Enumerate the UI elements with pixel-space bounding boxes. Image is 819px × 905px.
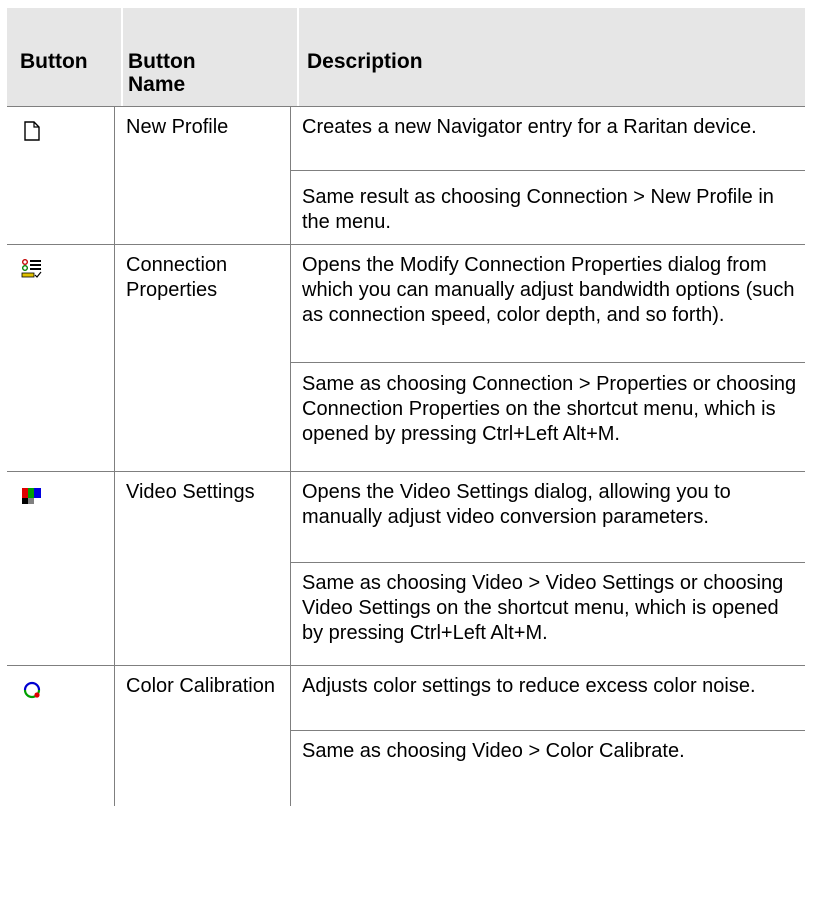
description-text: Same as choosing Connection > Properties…	[302, 373, 797, 445]
button-reference-table: Button Button Name Description New Profi…	[7, 8, 805, 806]
button-name: Video Settings	[126, 481, 255, 503]
color-calibration-icon	[23, 681, 41, 699]
table-row: New Profile Creates a new Navigator entr…	[7, 106, 805, 244]
document-page: Button Button Name Description New Profi…	[0, 0, 819, 905]
description-text: Opens the Modify Connection Properties d…	[302, 254, 795, 326]
description-text: Same result as choosing Connection > New…	[302, 186, 774, 233]
table-row: Color Calibration Adjusts color settings…	[7, 665, 805, 806]
table-row: Video Settings Opens the Video Settings …	[7, 471, 805, 665]
description-text: Same as choosing Video > Color Calibrate…	[302, 740, 685, 762]
header-button: Button	[20, 50, 88, 73]
header-divider	[121, 8, 123, 106]
header-description: Description	[307, 50, 423, 73]
button-name: Connection Properties	[126, 254, 228, 301]
table-row: Connection Properties Opens the Modify C…	[7, 244, 805, 471]
table-header: Button Button Name Description	[7, 8, 805, 106]
button-name: New Profile	[126, 116, 229, 138]
description-text: Same as choosing Video > Video Settings …	[302, 572, 784, 644]
connection-properties-icon	[21, 259, 42, 278]
button-name: Color Calibration	[126, 675, 275, 697]
description-text: Creates a new Navigator entry for a Rari…	[302, 116, 757, 138]
description-text: Opens the Video Settings dialog, allowin…	[302, 481, 731, 528]
header-divider	[297, 8, 299, 106]
new-profile-icon	[24, 121, 40, 141]
header-button-name: Button Name	[128, 50, 196, 96]
description-text: Adjusts color settings to reduce excess …	[302, 675, 756, 697]
video-settings-icon	[22, 488, 41, 504]
